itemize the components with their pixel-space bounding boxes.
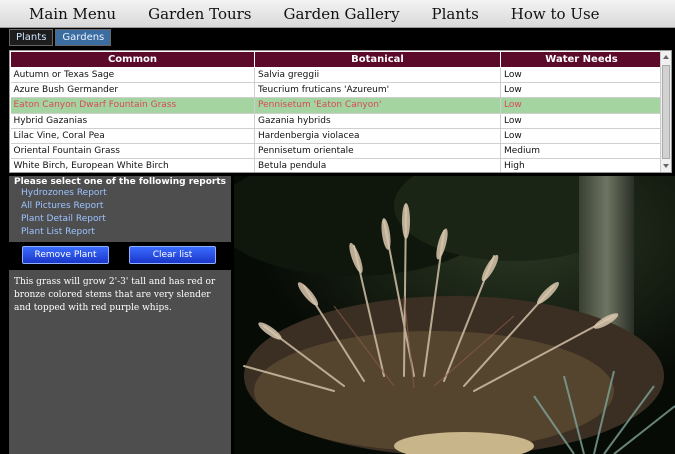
clear-list-button[interactable]: Clear list [129,246,216,264]
scroll-up-arrow-icon[interactable] [663,55,669,59]
table-row-selected[interactable]: Eaton Canyon Dwarf Fountain Grass Pennis… [10,97,663,114]
table-row[interactable]: Azure Bush Germander Teucrium fruticans … [10,82,663,99]
hydrozones-report-link[interactable]: Hydrozones Report [9,187,231,200]
table-row[interactable]: Hybrid Gazanias Gazania hybrids Low [10,113,663,129]
fountain-grass-image [234,176,675,454]
cell-common: Hybrid Gazanias [10,113,255,129]
cell-botanical: Pennisetum 'Eaton Canyon' [254,97,501,114]
nav-garden-tours[interactable]: Garden Tours [148,5,251,23]
cell-water-needs: Low [500,82,663,99]
remove-plant-button[interactable]: Remove Plant [22,246,109,264]
cell-common: Oriental Fountain Grass [10,143,255,160]
cell-water-needs: High [500,158,663,172]
scroll-thumb[interactable] [662,65,670,159]
plant-photo [234,176,675,454]
reports-header: Please select one of the following repor… [14,177,226,187]
scroll-down-arrow-icon[interactable] [663,164,669,168]
cell-common: White Birch, European White Birch [10,158,255,172]
nav-garden-gallery[interactable]: Garden Gallery [284,5,400,23]
tab-plants[interactable]: Plants [9,29,54,46]
cell-water-needs: Low [500,97,663,114]
cell-water-needs: Low [500,113,663,129]
table-row[interactable]: Lilac Vine, Coral Pea Hardenbergia viola… [10,128,663,144]
tab-bar: Plants Gardens [9,29,113,46]
plant-list-report-link[interactable]: Plant List Report [9,226,231,239]
table-header-row: Common Botanical Water Needs [10,51,663,68]
cell-botanical: Pennisetum orientale [254,143,501,160]
cell-water-needs: Low [500,67,663,84]
cell-botanical: Hardenbergia violacea [254,128,501,144]
column-header-water-needs[interactable]: Water Needs [500,51,663,68]
nav-how-to-use[interactable]: How to Use [511,5,600,23]
all-pictures-report-link[interactable]: All Pictures Report [9,200,231,213]
nav-plants[interactable]: Plants [432,5,479,23]
cell-botanical: Salvia greggii [254,67,501,84]
table-row[interactable]: Oriental Fountain Grass Pennisetum orien… [10,143,663,160]
column-header-common[interactable]: Common [10,51,255,68]
plant-table-panel: Common Botanical Water Needs Autumn or T… [9,50,672,173]
cell-botanical: Teucrium fruticans 'Azureum' [254,82,501,99]
cell-botanical: Betula pendula [254,158,501,172]
column-header-botanical[interactable]: Botanical [254,51,501,68]
tab-gardens[interactable]: Gardens [55,29,112,46]
table-row[interactable]: Autumn or Texas Sage Salvia greggii Low [10,67,663,84]
plant-description: This grass will grow 2'-3' tall and has … [9,270,231,454]
table-scrollbar[interactable] [660,51,671,172]
cell-water-needs: Medium [500,143,663,160]
cell-botanical: Gazania hybrids [254,113,501,129]
cell-water-needs: Low [500,128,663,144]
top-nav: Main Menu Garden Tours Garden Gallery Pl… [0,0,675,28]
reports-panel: Please select one of the following repor… [9,176,231,242]
plant-table: Common Botanical Water Needs Autumn or T… [10,51,663,172]
plant-detail-report-link[interactable]: Plant Detail Report [9,213,231,226]
nav-main-menu[interactable]: Main Menu [29,5,116,23]
cell-common: Autumn or Texas Sage [10,67,255,84]
cell-common: Lilac Vine, Coral Pea [10,128,255,144]
action-buttons: Remove Plant Clear list [9,246,231,266]
table-row[interactable]: White Birch, European White Birch Betula… [10,158,663,172]
cell-common: Eaton Canyon Dwarf Fountain Grass [10,97,255,114]
cell-common: Azure Bush Germander [10,82,255,99]
